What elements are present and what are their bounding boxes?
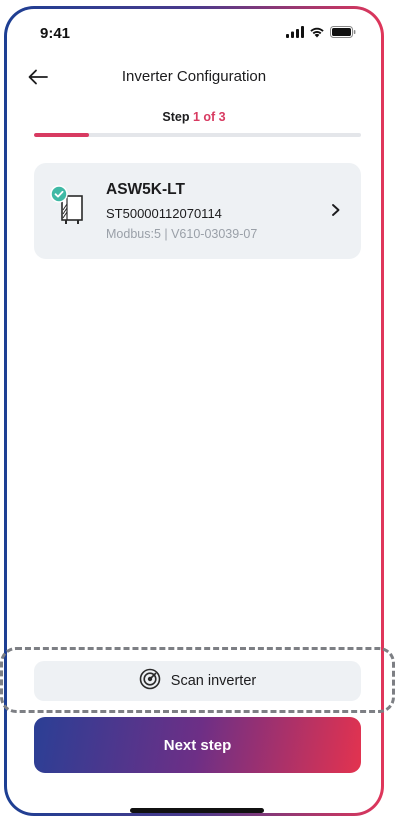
app-screen: 9:41 Inverter Configuration Step 1 of 3 … — [7, 9, 381, 813]
step-progress-fill — [34, 133, 89, 137]
status-time: 9:41 — [40, 25, 71, 42]
step-progress-bar — [34, 133, 361, 137]
chevron-right-icon — [329, 202, 343, 218]
inverter-card[interactable]: ASW5K-LT ST50000112070114 Modbus:5 | V61… — [34, 163, 361, 259]
step-indicator: Step 1 of 3 — [7, 110, 381, 124]
status-icons — [286, 26, 356, 38]
next-step-button[interactable]: Next step — [34, 717, 361, 773]
home-indicator — [130, 808, 264, 813]
next-step-label: Next step — [163, 736, 232, 754]
step-prefix: Step — [162, 110, 190, 124]
phone-bezel: 9:41 Inverter Configuration Step 1 of 3 … — [4, 6, 384, 816]
page-title: Inverter Configuration — [121, 68, 267, 85]
inverter-serial: ST50000112070114 — [106, 206, 222, 221]
scan-inverter-button[interactable]: Scan inverter — [34, 661, 361, 701]
wifi-icon — [309, 26, 325, 38]
radar-scan-icon — [139, 668, 161, 695]
scan-inverter-label: Scan inverter — [170, 673, 257, 689]
cellular-signal-icon — [286, 26, 304, 38]
inverter-connected-icon — [49, 184, 89, 228]
battery-icon — [330, 26, 356, 38]
inverter-meta: Modbus:5 | V610-03039-07 — [106, 227, 258, 241]
device-frame: 9:41 Inverter Configuration Step 1 of 3 … — [0, 0, 401, 821]
step-count: 1 of 3 — [192, 110, 226, 124]
inverter-model: ASW5K-LT — [106, 181, 185, 198]
